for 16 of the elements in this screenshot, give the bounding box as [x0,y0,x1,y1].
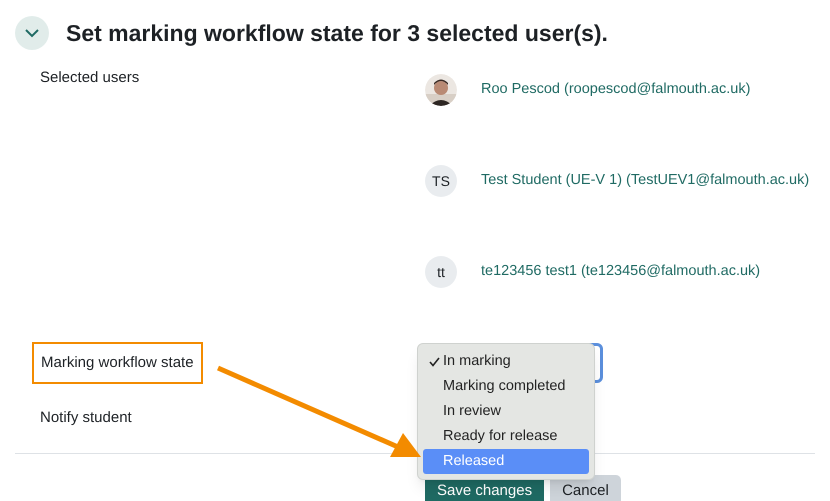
user-link[interactable]: Test Student (UE-V 1) (TestUEV1@falmouth.ac.uk) [481,170,810,192]
chevron-icon [25,28,39,38]
user-link[interactable]: te123456 test1 (te123456@falmouth.ac.uk) [481,261,760,283]
menu-option[interactable]: Ready for release [423,424,589,449]
section-title: Set marking workflow state for 3 selected user(s). [66,19,608,48]
field-label: Marking workflow state [32,342,203,384]
field-label: Notify student [40,409,132,426]
field-label: Selected users [40,69,140,86]
menu-option[interactable]: In marking [423,349,589,374]
collapse-button[interactable] [15,16,49,50]
avatar-initials: tt [425,256,457,288]
check-icon [429,356,440,366]
menu-option[interactable]: In review [423,399,589,424]
menu-option[interactable]: Marking completed [423,374,589,399]
user-link[interactable]: Roo Pescod (roopescod@falmouth.ac.uk) [481,79,750,101]
avatar-initials: TS [425,165,457,197]
